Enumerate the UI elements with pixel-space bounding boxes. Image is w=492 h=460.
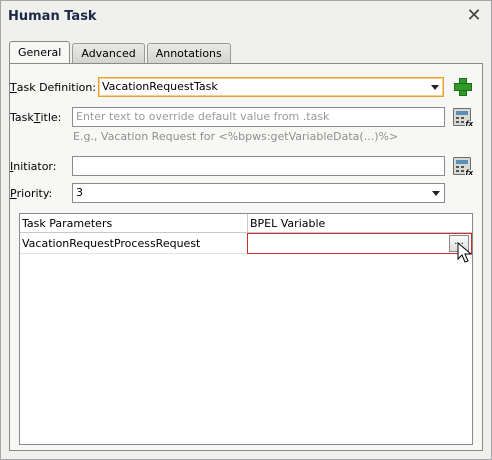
close-icon[interactable]: ✕ xyxy=(465,7,483,25)
task-title-hint: E.g., Vacation Request for <%bpws:getVar… xyxy=(73,130,399,143)
table-header: Task Parameters BPEL Variable xyxy=(20,214,472,233)
task-title-input[interactable]: Enter text to override default value fro… xyxy=(72,107,445,127)
tab-advanced[interactable]: Advanced xyxy=(72,43,145,63)
expression-builder-icon[interactable]: fx xyxy=(453,108,473,128)
task-definition-select[interactable]: VacationRequestTask xyxy=(98,77,444,97)
task-parameters-table: Task Parameters BPEL Variable VacationRe… xyxy=(19,213,473,445)
task-definition-label: Task Definition: xyxy=(10,80,97,94)
column-header-task-parameters[interactable]: Task Parameters xyxy=(20,214,112,233)
bpel-variable-cell[interactable]: ... xyxy=(247,233,472,254)
tab-general[interactable]: General xyxy=(9,41,71,63)
priority-value: 3 xyxy=(76,186,83,199)
tab-annotations[interactable]: Annotations xyxy=(146,43,231,63)
tab-bar: General Advanced Annotations xyxy=(9,41,233,64)
initiator-expression-builder-icon[interactable]: fx xyxy=(453,157,473,177)
task-definition-value: VacationRequestTask xyxy=(102,80,218,93)
priority-select[interactable]: 3 xyxy=(72,183,445,203)
add-icon[interactable] xyxy=(453,77,472,96)
dialog-title: Human Task xyxy=(8,9,97,24)
column-header-bpel-variable[interactable]: BPEL Variable xyxy=(247,214,325,233)
table-row[interactable]: VacationRequestProcessRequest ... xyxy=(20,233,472,254)
chevron-down-icon xyxy=(432,191,440,196)
initiator-label: Initiator: xyxy=(10,159,57,173)
priority-label: Priority: xyxy=(10,186,53,200)
mouse-pointer-icon xyxy=(457,242,473,263)
initiator-input[interactable] xyxy=(72,156,445,176)
chevron-down-icon xyxy=(431,85,439,90)
human-task-dialog: Human Task ✕ General Advanced Annotation… xyxy=(0,0,492,460)
parameter-cell: VacationRequestProcessRequest xyxy=(22,237,201,250)
task-title-label: Task Title: xyxy=(10,110,62,124)
